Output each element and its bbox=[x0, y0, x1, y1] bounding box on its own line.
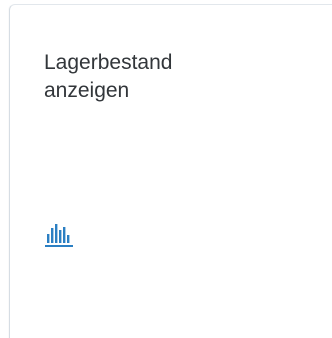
bar-chart-icon bbox=[44, 218, 74, 248]
app-tile-lagerbestand[interactable]: Lagerbestand anzeigen bbox=[9, 4, 332, 338]
tile-title: Lagerbestand anzeigen bbox=[44, 51, 173, 102]
